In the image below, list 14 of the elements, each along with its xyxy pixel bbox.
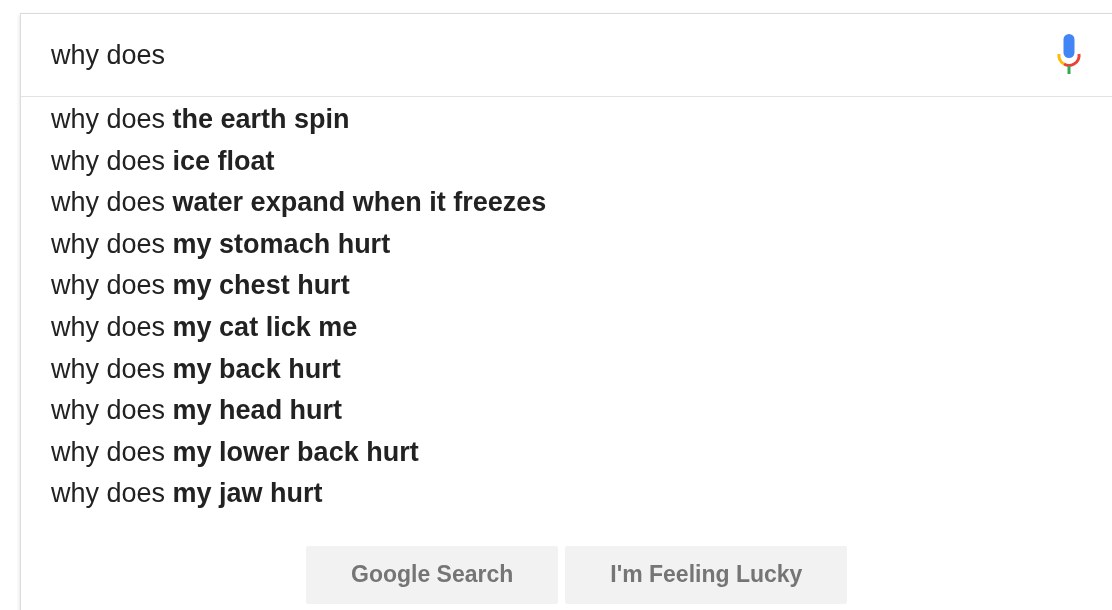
- suggestion-item[interactable]: why does the earth spin: [21, 99, 1112, 141]
- microphone-icon[interactable]: [1056, 34, 1082, 76]
- suggestion-item[interactable]: why does my cat lick me: [21, 306, 1112, 349]
- suggestion-item[interactable]: why does my back hurt: [21, 348, 1112, 391]
- search-button[interactable]: Google Search: [306, 545, 559, 604]
- suggestion-item[interactable]: why does ice float: [21, 140, 1112, 183]
- search-button[interactable]: I'm Feeling Lucky: [565, 545, 848, 604]
- suggestion-item[interactable]: why does my head hurt: [21, 390, 1112, 432]
- suggestion-item[interactable]: why does my stomach hurt: [21, 223, 1112, 266]
- suggestion-item[interactable]: why does my jaw hurt: [21, 473, 1112, 515]
- suggestion-item[interactable]: why does water expand when it freezes: [21, 182, 1112, 224]
- search-field[interactable]: why does: [51, 35, 1056, 75]
- suggestion-item[interactable]: why does my lower back hurt: [21, 431, 1112, 474]
- suggestion-item[interactable]: why does my chest hurt: [21, 265, 1112, 307]
